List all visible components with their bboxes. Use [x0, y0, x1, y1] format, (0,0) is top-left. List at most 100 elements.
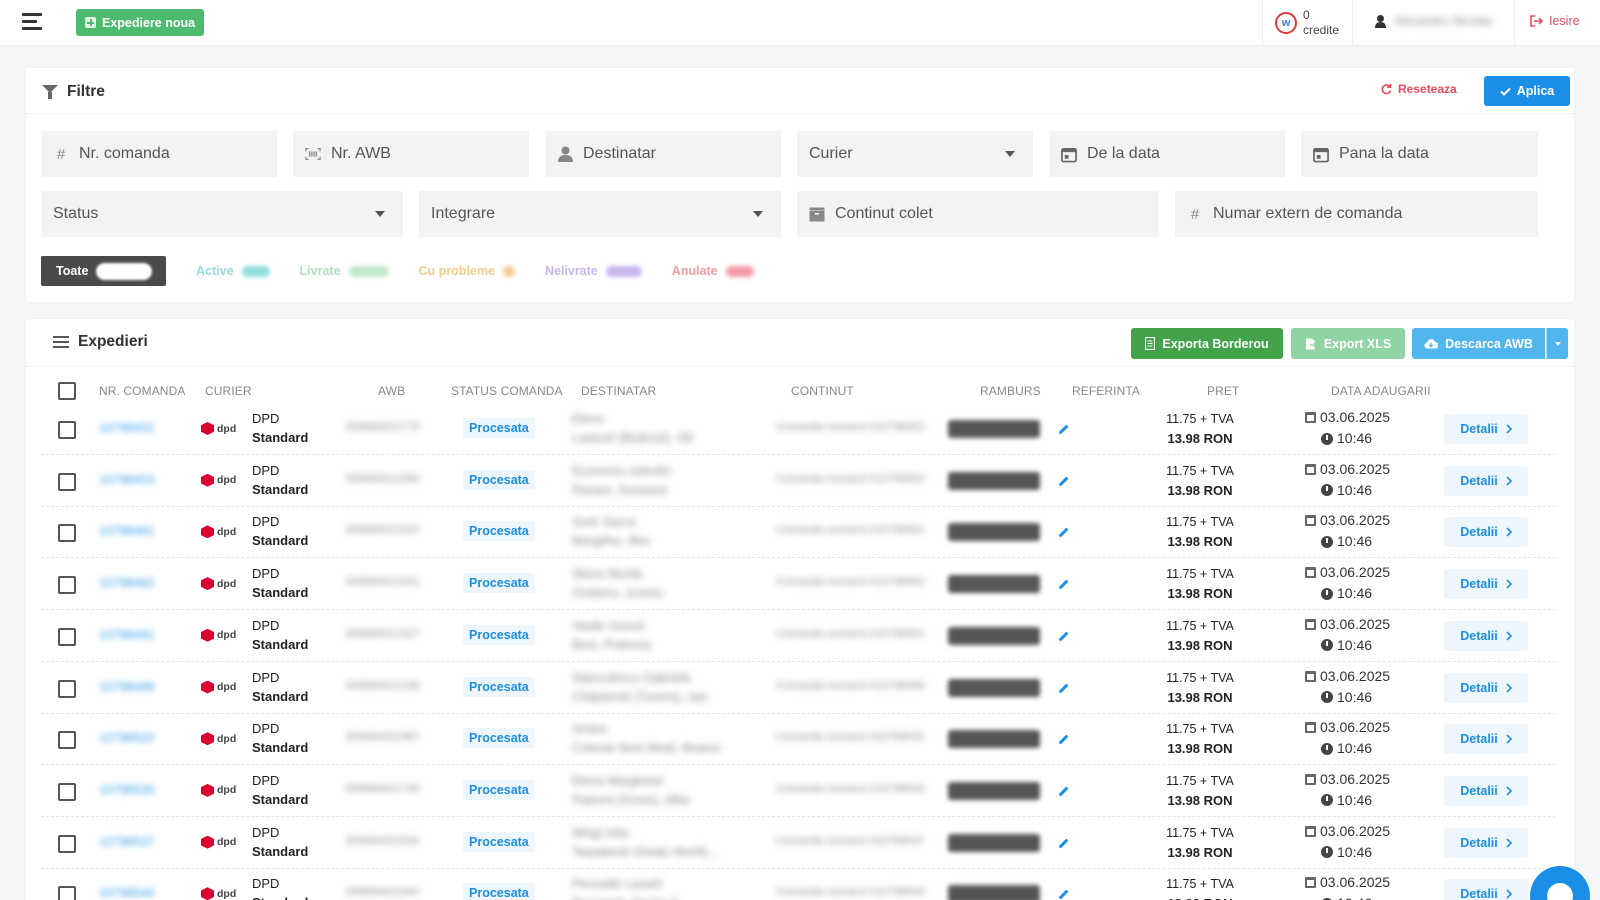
- details-button[interactable]: Detalii: [1444, 414, 1528, 444]
- edit-reference-icon[interactable]: [1058, 683, 1069, 693]
- awb-number[interactable]: 809684021778: [346, 421, 419, 433]
- apply-button[interactable]: Aplica: [1484, 76, 1570, 106]
- dpd-logo-icon: dpd: [201, 473, 236, 487]
- edit-reference-icon[interactable]: [1058, 889, 1069, 900]
- ramburs-value: [948, 730, 1040, 749]
- credits-widget[interactable]: w 0 credite: [1275, 6, 1339, 40]
- tab-undelivered[interactable]: Nelivrate: [545, 264, 642, 278]
- new-shipment-button[interactable]: Expediere noua: [76, 9, 205, 36]
- order-number-link[interactable]: 10798530: [99, 783, 155, 797]
- col-reference[interactable]: REFERINTA: [1072, 384, 1140, 398]
- order-number-link[interactable]: 10798491: [99, 628, 155, 642]
- row-checkbox[interactable]: [58, 834, 76, 853]
- row-checkbox[interactable]: [58, 782, 76, 801]
- export-borderou-button[interactable]: Exporta Borderou: [1131, 328, 1283, 359]
- order-number-link[interactable]: 10798499: [99, 680, 155, 694]
- awb-number[interactable]: 809684021327: [346, 628, 419, 640]
- status-select[interactable]: Status: [41, 191, 403, 237]
- download-awb-dropdown[interactable]: [1546, 328, 1568, 359]
- courier-service: Standard: [252, 688, 309, 704]
- time-value: 10:46: [1337, 893, 1372, 900]
- col-awb[interactable]: AWB: [378, 384, 405, 398]
- order-number-link[interactable]: 10798537: [99, 835, 155, 849]
- recipient-address: Morgifna, Ilfov: [572, 534, 651, 549]
- courier-select[interactable]: Curier: [797, 131, 1033, 177]
- col-date-added[interactable]: DATA ADAUGARII: [1331, 384, 1431, 398]
- row-checkbox[interactable]: [58, 472, 76, 491]
- price-net: 11.75 + TVA: [1166, 618, 1234, 633]
- tab-all[interactable]: Toate: [41, 256, 166, 286]
- row-checkbox[interactable]: [58, 524, 76, 543]
- refresh-icon: [1381, 84, 1392, 95]
- row-checkbox[interactable]: [58, 679, 76, 698]
- edit-reference-icon[interactable]: [1058, 527, 1069, 538]
- awb-number[interactable]: 809684021920: [346, 524, 419, 536]
- tab-problems[interactable]: Cu probleme: [419, 264, 515, 278]
- awb-number[interactable]: 809684021987: [346, 731, 419, 743]
- details-button[interactable]: Detalii: [1444, 724, 1528, 755]
- row-checkbox[interactable]: [58, 886, 76, 900]
- tab-cancelled-count: [725, 265, 754, 277]
- tab-cancelled[interactable]: Anulate: [672, 264, 754, 278]
- to-date-input[interactable]: Pana la data: [1301, 131, 1538, 177]
- integration-select[interactable]: Integrare: [419, 191, 781, 237]
- download-awb-button[interactable]: Descarca AWB: [1412, 328, 1545, 359]
- package-content-input[interactable]: Continut colet: [797, 191, 1159, 237]
- from-date-input[interactable]: De la data: [1049, 131, 1285, 177]
- order-number-link[interactable]: 10798453: [99, 473, 155, 487]
- date-added: 03.06.2025 10:46: [1305, 769, 1390, 811]
- details-button[interactable]: Detalii: [1444, 775, 1528, 806]
- details-button[interactable]: Detalii: [1444, 620, 1528, 651]
- edit-reference-icon[interactable]: [1058, 838, 1069, 849]
- col-courier[interactable]: CURIER: [205, 384, 252, 398]
- tab-active[interactable]: Active: [196, 264, 270, 278]
- col-order-number[interactable]: NR. COMANDA: [99, 384, 185, 398]
- date-value: 03.06.2025: [1320, 460, 1391, 477]
- edit-reference-icon[interactable]: [1058, 579, 1069, 590]
- edit-reference-icon[interactable]: [1058, 631, 1069, 642]
- awb-number[interactable]: 809684021238: [346, 680, 419, 692]
- col-price[interactable]: PRET: [1207, 384, 1239, 398]
- package-content: Comanda numarul #10798461: [776, 524, 925, 537]
- details-button[interactable]: Detalii: [1444, 827, 1528, 858]
- awb-number[interactable]: 809684021736: [346, 783, 419, 795]
- export-xls-button[interactable]: Export XLS: [1291, 328, 1405, 359]
- details-button[interactable]: Detalii: [1444, 517, 1528, 548]
- order-number-input[interactable]: # Nr. comanda: [41, 131, 277, 177]
- awb-number[interactable]: 809684021966: [346, 473, 419, 485]
- edit-reference-icon[interactable]: [1058, 734, 1069, 745]
- awb-input[interactable]: Nr. AWB: [293, 131, 529, 177]
- details-button[interactable]: Detalii: [1444, 569, 1528, 600]
- awb-number[interactable]: 809684021936: [346, 835, 419, 847]
- row-checkbox[interactable]: [58, 421, 76, 439]
- order-number-link[interactable]: 10798461: [99, 524, 155, 538]
- awb-number[interactable]: 809684021931: [346, 576, 419, 588]
- menu-icon[interactable]: [22, 13, 42, 31]
- order-number-link[interactable]: 10798540: [99, 886, 155, 900]
- col-ramburs[interactable]: RAMBURS: [980, 384, 1041, 398]
- details-button[interactable]: Detalii: [1444, 465, 1528, 496]
- external-order-number-input[interactable]: # Numar extern de comanda: [1175, 191, 1538, 237]
- col-content[interactable]: CONTINUT: [791, 384, 854, 398]
- details-button[interactable]: Detalii: [1444, 879, 1528, 900]
- details-button[interactable]: Detalii: [1444, 672, 1528, 703]
- edit-reference-icon[interactable]: [1058, 786, 1069, 797]
- order-number-link[interactable]: 10798452: [99, 421, 155, 435]
- row-checkbox[interactable]: [58, 576, 76, 595]
- edit-reference-icon[interactable]: [1058, 476, 1069, 487]
- tab-delivered[interactable]: Livrate: [300, 264, 389, 278]
- edit-reference-icon[interactable]: [1058, 424, 1069, 435]
- reset-button[interactable]: Reseteaza: [1380, 82, 1457, 96]
- select-all-checkbox[interactable]: [58, 382, 76, 400]
- row-checkbox[interactable]: [58, 731, 76, 750]
- col-status[interactable]: STATUS COMANDA: [451, 384, 563, 398]
- tab-delivered-label: Livrate: [299, 264, 341, 278]
- user-menu[interactable]: Alexandru Nicolae: [1375, 14, 1492, 28]
- recipient-input[interactable]: Destinatar: [545, 131, 781, 177]
- col-recipient[interactable]: DESTINATAR: [581, 384, 656, 398]
- awb-number[interactable]: 809684021940: [346, 886, 419, 898]
- order-number-link[interactable]: 10798520: [99, 731, 155, 745]
- logout-button[interactable]: Iesire: [1530, 14, 1580, 28]
- order-number-link[interactable]: 10798462: [99, 576, 155, 590]
- row-checkbox[interactable]: [58, 627, 76, 646]
